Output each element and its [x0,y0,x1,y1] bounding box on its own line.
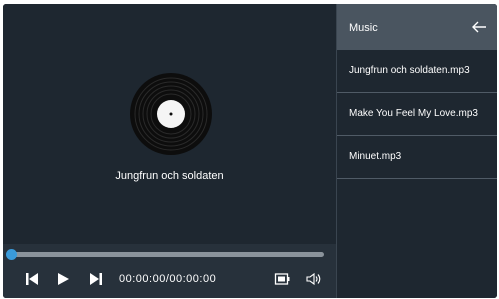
play-icon[interactable] [55,271,71,287]
time-display: 00:00:00/00:00:00 [119,273,217,285]
progress-bar[interactable] [11,252,324,257]
playlist-item[interactable]: Minuet.mp3 [337,136,497,179]
arrow-left-icon[interactable] [471,20,487,34]
progress-handle[interactable] [6,249,17,260]
playlist-header: Music [337,4,497,50]
playlist-sidebar: Music Jungfrun och soldaten.mp3 Make You… [336,4,497,298]
vinyl-record-icon [130,73,212,155]
playlist-item[interactable]: Make You Feel My Love.mp3 [337,93,497,136]
volume-icon[interactable] [306,271,322,287]
skip-next-icon[interactable] [88,271,104,287]
playlist-item[interactable]: Jungfrun och soldaten.mp3 [337,50,497,93]
control-bar: 00:00:00/00:00:00 [3,244,336,298]
now-playing-title: Jungfrun och soldaten [115,170,224,182]
playlist: Jungfrun och soldaten.mp3 Make You Feel … [337,50,497,179]
playlist-title: Music [349,22,378,34]
player-panel: Jungfrun och soldaten 00:00:00/00:00:00 [3,4,336,298]
app-window: Jungfrun och soldaten 00:00:00/00:00:00 [3,4,497,298]
screen-mode-icon[interactable] [274,271,290,287]
skip-previous-icon[interactable] [24,271,40,287]
